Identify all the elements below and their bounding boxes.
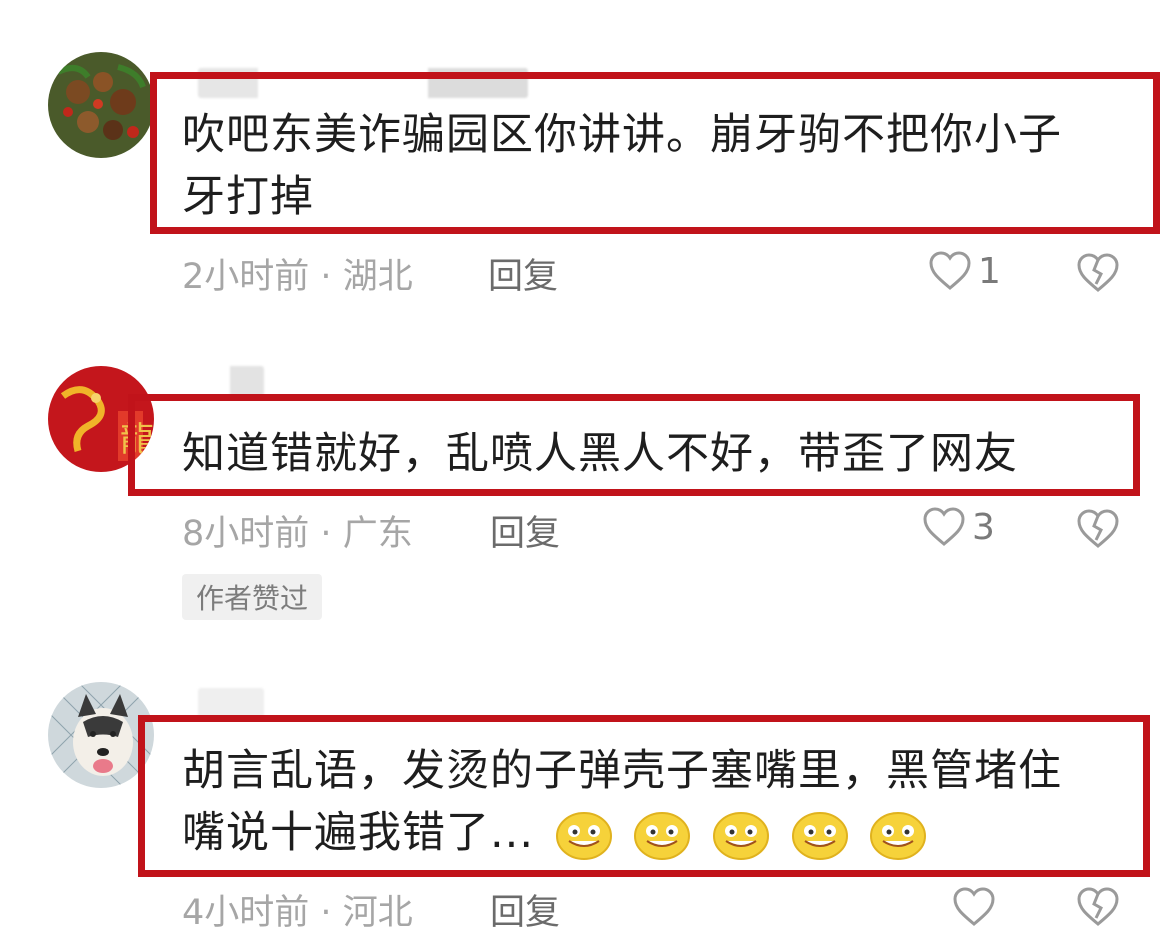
heart-icon xyxy=(953,887,995,926)
timestamp: 4小时前 xyxy=(182,893,310,933)
separator: · xyxy=(320,257,332,297)
comment-text: 知道错就好，乱喷人黑人不好，带歪了网友 xyxy=(182,429,1018,479)
timestamp: 8小时前 xyxy=(182,514,310,554)
separator: · xyxy=(320,893,332,933)
grin-emoji-icon xyxy=(870,811,927,860)
like-button[interactable]: 3 xyxy=(922,506,995,548)
author-liked-badge: 作者赞过 xyxy=(182,574,323,620)
comment-text-line2: 嘴说十遍我错了... xyxy=(182,802,927,864)
timestamp: 2小时前 xyxy=(182,257,310,297)
grin-emoji-icon xyxy=(634,811,691,860)
location: 河北 xyxy=(342,893,413,933)
broken-heart-icon xyxy=(1077,253,1119,292)
comment-meta: 2小时前 · 湖北 xyxy=(182,248,413,299)
comment-text: 吹吧东美诈骗园区你讲讲。崩牙驹不把你小子 xyxy=(182,110,1062,160)
comment-meta: 8小时前 · 广东 xyxy=(182,505,413,556)
location: 广东 xyxy=(342,514,413,554)
username-redacted xyxy=(198,366,264,396)
reply-button[interactable]: 回复 xyxy=(490,884,560,935)
reply-button[interactable]: 回复 xyxy=(490,505,560,556)
reply-button[interactable]: 回复 xyxy=(488,248,558,299)
heart-icon xyxy=(923,507,965,546)
location: 湖北 xyxy=(342,257,413,297)
separator: · xyxy=(320,514,332,554)
grin-emoji-icon xyxy=(791,811,848,860)
like-button[interactable] xyxy=(952,886,996,928)
like-count: 1 xyxy=(978,250,1001,292)
like-button[interactable]: 1 xyxy=(928,250,1001,292)
broken-heart-icon xyxy=(1077,887,1119,926)
dislike-button[interactable] xyxy=(1076,508,1120,554)
username-redacted xyxy=(198,688,264,718)
grin-emoji-icon xyxy=(555,811,612,860)
heart-icon xyxy=(929,251,971,290)
comment-meta: 4小时前 · 河北 xyxy=(182,884,413,935)
comment-text: 胡言乱语，发烫的子弹壳子塞嘴里，黑管堵住 xyxy=(182,746,1062,796)
dislike-button[interactable] xyxy=(1076,252,1120,298)
avatar[interactable] xyxy=(48,52,154,158)
dislike-button[interactable] xyxy=(1076,886,1120,932)
like-count: 3 xyxy=(972,506,995,548)
comment-text-line2: 牙打掉 xyxy=(182,172,314,222)
grin-emoji-icon xyxy=(713,811,770,860)
broken-heart-icon xyxy=(1077,509,1119,548)
comment-text-line2-content: 嘴说十遍我错了... xyxy=(182,808,535,858)
